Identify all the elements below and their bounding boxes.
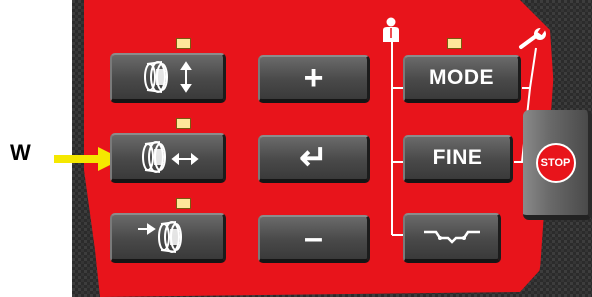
led-wheel-vertical xyxy=(176,38,191,49)
enter-label: ↵ xyxy=(299,139,328,177)
balancing-profile-button[interactable] xyxy=(403,213,501,263)
operator-person-icon xyxy=(383,17,399,42)
led-wheel-horizontal xyxy=(176,118,191,129)
fine-button[interactable]: FINE xyxy=(403,135,513,183)
wheel-vertical-button[interactable] xyxy=(110,53,226,103)
wheel-profile-icon xyxy=(423,230,480,244)
wheel-offset-arrow-icon xyxy=(137,221,182,253)
fine-label: FINE xyxy=(432,146,483,169)
stop-button[interactable]: STOP xyxy=(523,110,592,220)
wheel-offset-button[interactable] xyxy=(110,213,226,263)
plus-label: + xyxy=(303,59,324,97)
wrench-icon xyxy=(519,28,546,49)
wheel-horizontal-button[interactable] xyxy=(110,133,226,183)
minus-button[interactable]: – xyxy=(258,215,370,263)
pointer-label-w: W xyxy=(10,140,31,165)
led-mode xyxy=(447,38,462,49)
led-wheel-offset xyxy=(176,198,191,209)
plus-button[interactable]: + xyxy=(258,55,370,103)
mode-label: MODE xyxy=(429,66,494,89)
mode-button[interactable]: MODE xyxy=(403,55,521,103)
enter-button[interactable]: ↵ xyxy=(258,135,370,183)
wheel-vertical-arrow-icon xyxy=(143,61,192,93)
stop-badge: STOP xyxy=(535,142,576,183)
wheel-horizontal-arrow-icon xyxy=(141,141,199,173)
minus-label: – xyxy=(304,219,323,257)
stop-label: STOP xyxy=(540,156,571,169)
